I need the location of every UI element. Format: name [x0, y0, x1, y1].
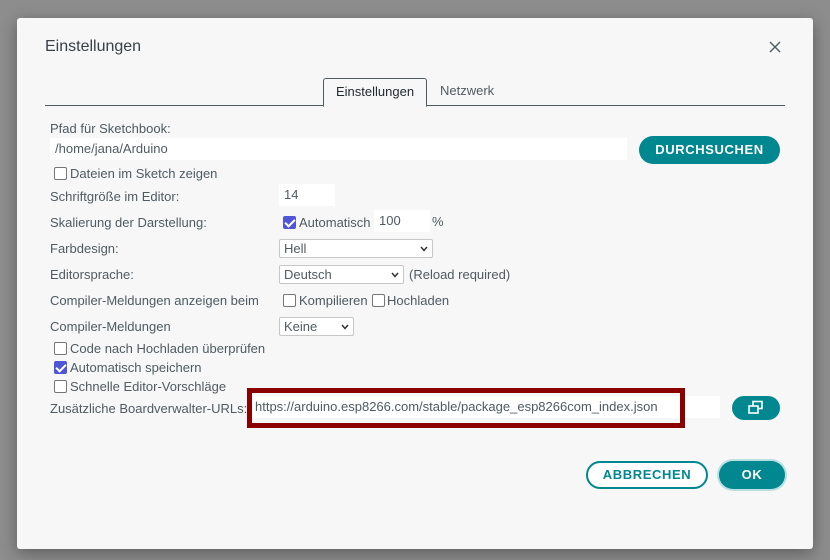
edit-urls-button[interactable]	[732, 396, 780, 420]
chevron-down-icon	[391, 272, 399, 278]
cancel-button[interactable]: ABBRECHEN	[586, 461, 708, 489]
auto-scaling-label: Automatisch	[299, 215, 371, 230]
ok-button[interactable]: OK	[719, 461, 785, 489]
language-select[interactable]: Deutsch	[279, 265, 404, 284]
upload-label: Hochladen	[387, 293, 450, 308]
chevron-down-icon	[341, 324, 349, 330]
compile-label: Kompilieren	[299, 293, 368, 308]
compile-checkbox[interactable]	[283, 294, 296, 307]
preferences-dialog: Einstellungen Einstellungen Netzwerk Pfa…	[17, 18, 813, 549]
font-size-input[interactable]	[279, 184, 335, 206]
auto-scaling-checkbox[interactable]	[283, 216, 296, 229]
tab-bar: Einstellungen Netzwerk	[45, 78, 785, 107]
compiler-warnings-label: Compiler-Meldungen	[50, 319, 171, 334]
autosave-checkbox[interactable]	[54, 361, 67, 374]
sketchbook-path-input[interactable]	[50, 138, 627, 160]
theme-select[interactable]: Hell	[279, 239, 433, 258]
quick-suggestions-checkbox[interactable]	[54, 380, 67, 393]
show-files-checkbox[interactable]	[54, 167, 67, 180]
reload-note: (Reload required)	[409, 267, 511, 282]
theme-label: Farbdesign:	[50, 241, 119, 256]
language-label: Editorsprache:	[50, 267, 134, 282]
dialog-title: Einstellungen	[45, 38, 142, 55]
highlight-box	[247, 388, 685, 428]
verify-upload-label: Code nach Hochladen überprüfen	[70, 341, 266, 356]
scaling-unit: %	[432, 214, 444, 229]
quick-suggestions-label: Schnelle Editor-Vorschläge	[70, 379, 227, 394]
chevron-down-icon	[420, 246, 428, 252]
compiler-warnings-value: Keine	[284, 319, 318, 334]
compiler-output-label: Compiler-Meldungen anzeigen beim	[50, 293, 259, 308]
font-size-label: Schriftgröße im Editor:	[50, 189, 180, 204]
tab-einstellungen[interactable]: Einstellungen	[323, 78, 428, 107]
show-files-label: Dateien im Sketch zeigen	[70, 166, 218, 181]
close-icon[interactable]	[766, 38, 786, 58]
board-urls-label: Zusätzliche Boardverwalter-URLs:	[50, 401, 248, 416]
verify-upload-checkbox[interactable]	[54, 342, 67, 355]
theme-select-value: Hell	[284, 241, 307, 256]
sketchbook-path-label: Pfad für Sketchbook:	[50, 121, 171, 136]
scaling-input[interactable]	[374, 210, 430, 232]
autosave-label: Automatisch speichern	[70, 360, 202, 375]
tab-netzwerk[interactable]: Netzwerk	[428, 78, 506, 106]
compiler-warnings-select[interactable]: Keine	[279, 317, 354, 336]
upload-checkbox[interactable]	[372, 294, 385, 307]
language-select-value: Deutsch	[284, 267, 332, 282]
scaling-label: Skalierung der Darstellung:	[50, 215, 207, 230]
browse-button[interactable]: DURCHSUCHEN	[639, 136, 780, 164]
open-window-icon	[748, 400, 763, 414]
